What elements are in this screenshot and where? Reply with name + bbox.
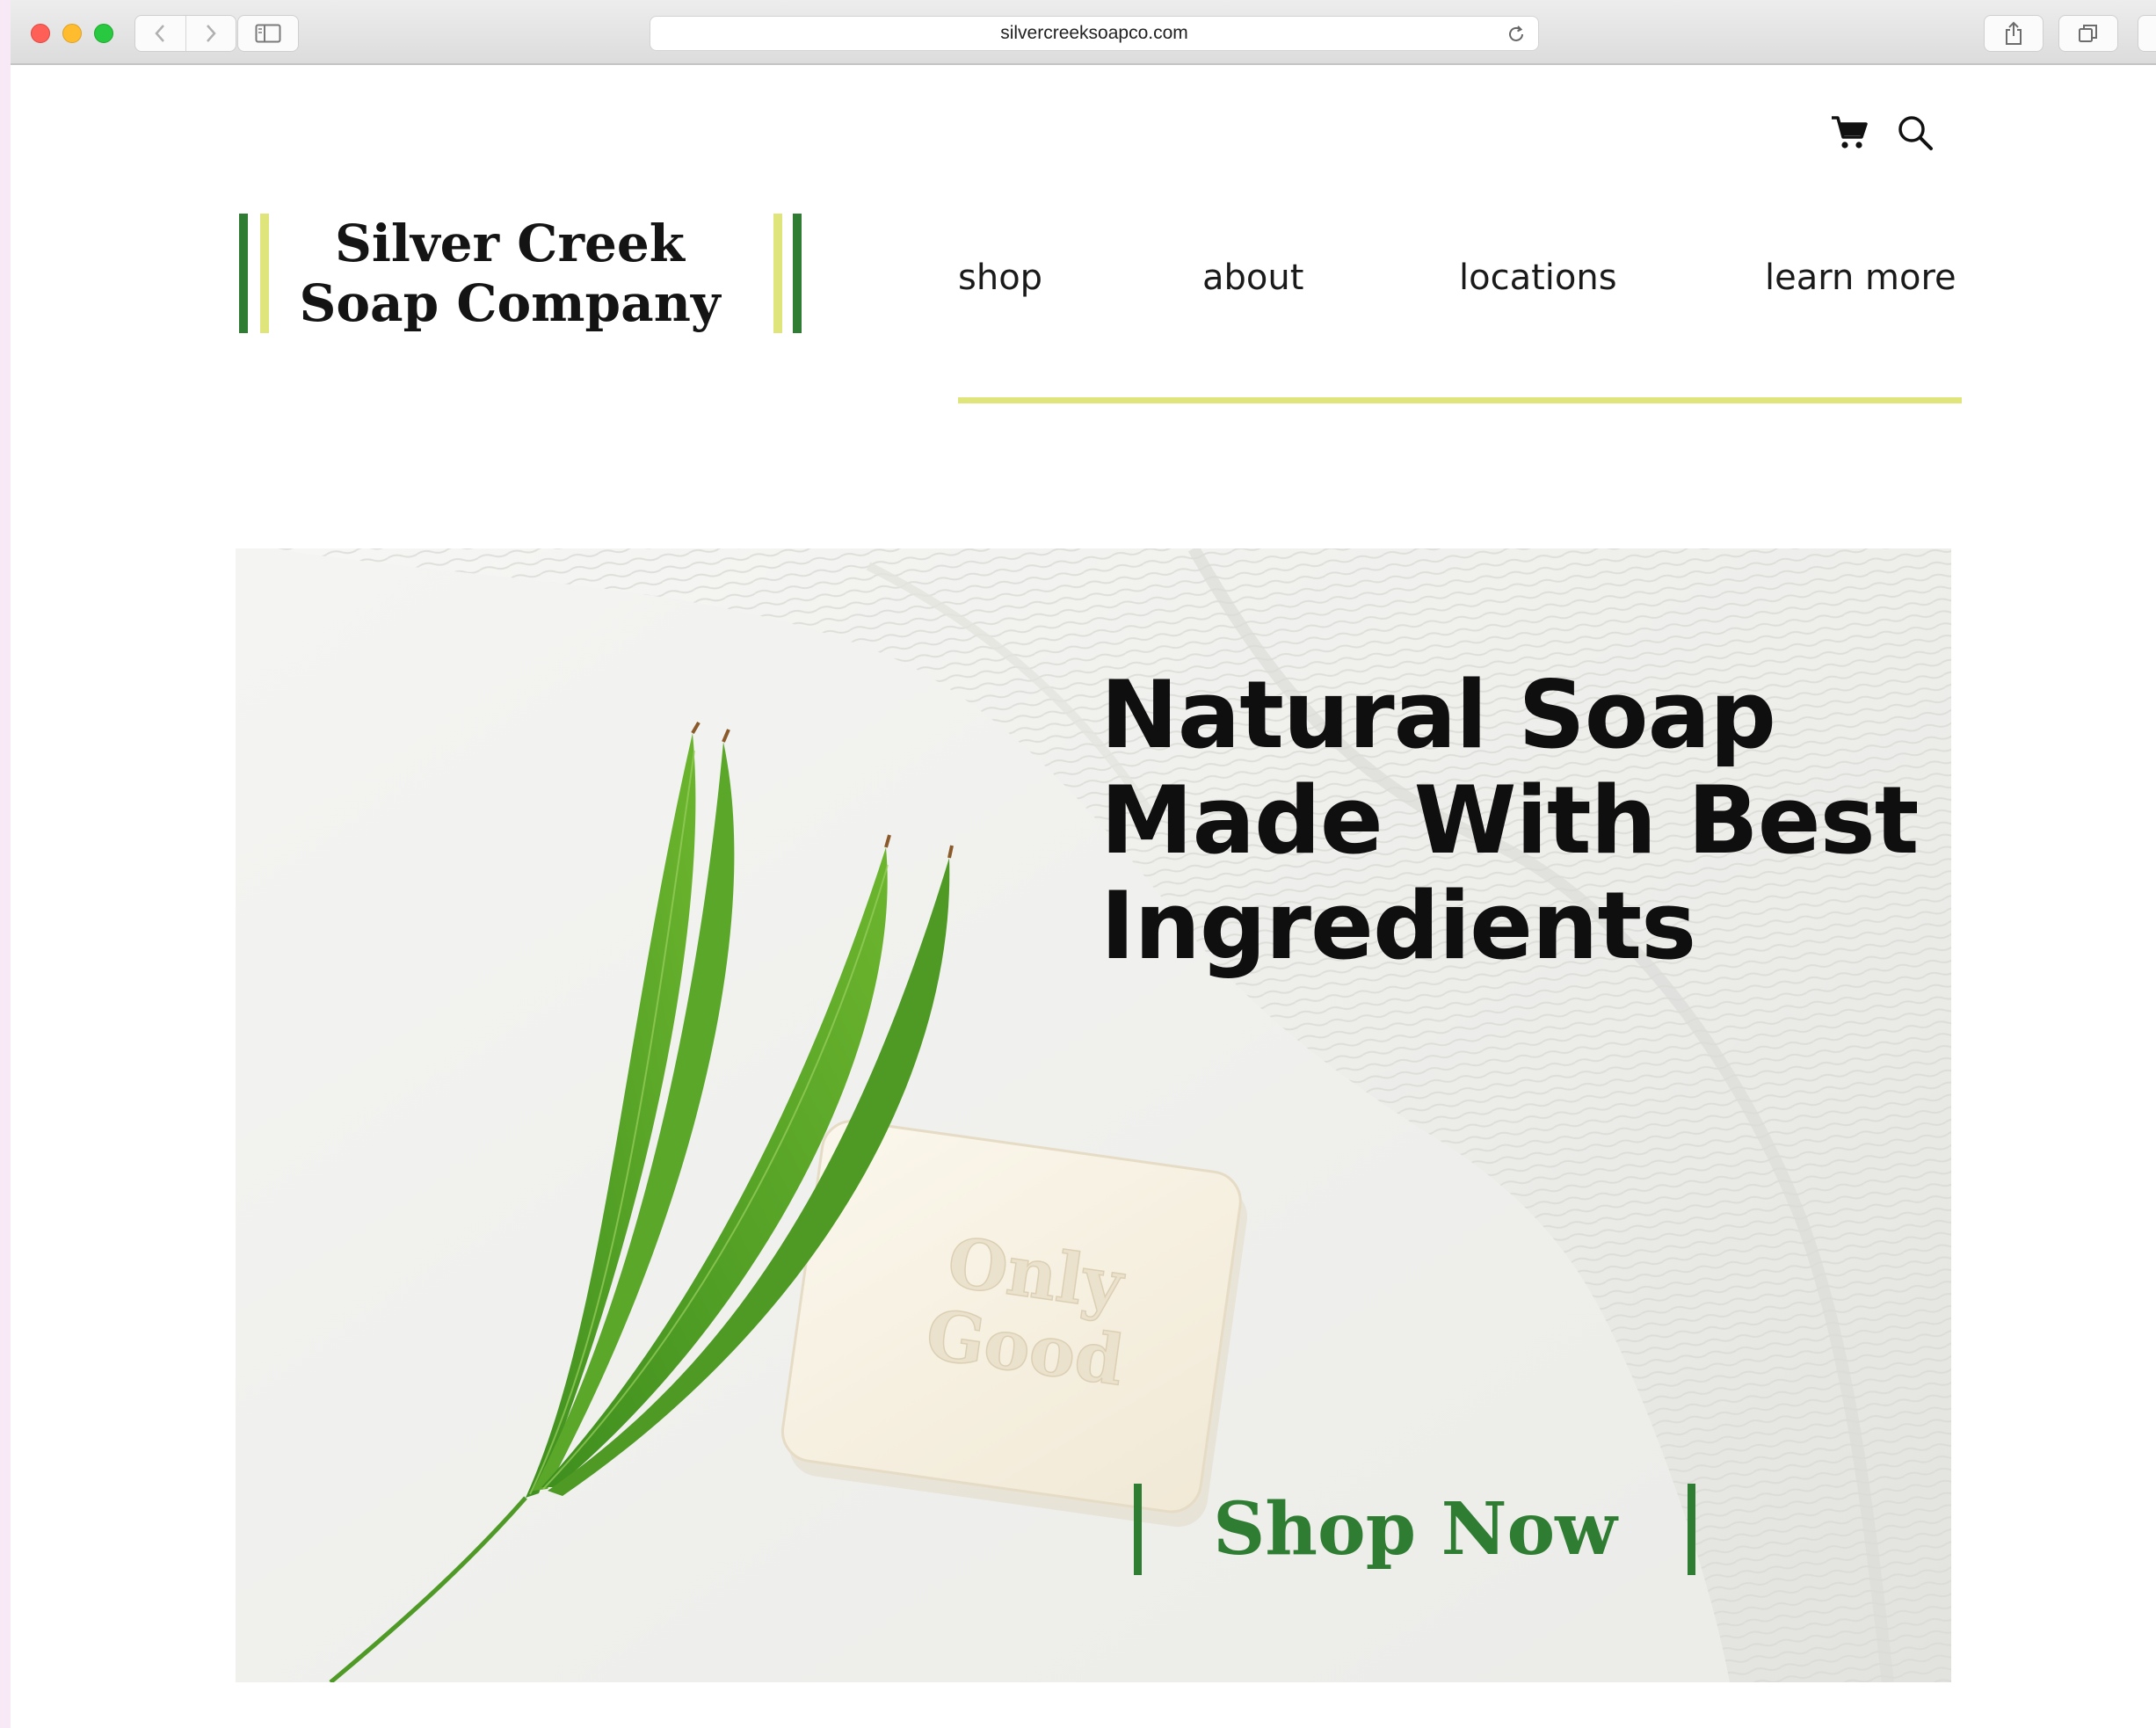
hero-title: Natural Soap Made With Best Ingredients bbox=[1100, 661, 1919, 980]
logo-line-2: Soap Company bbox=[299, 273, 721, 333]
cart-icon[interactable] bbox=[1830, 114, 1869, 151]
web-page: Silver Creek Soap Company shop about loc… bbox=[11, 67, 2156, 1728]
browser-toolbar: silvercreeksoapco.com bbox=[11, 0, 2156, 65]
logo-line-1: Silver Creek bbox=[334, 214, 685, 273]
logo-bar-left-light bbox=[260, 214, 269, 333]
nav-locations[interactable]: locations bbox=[1459, 253, 1617, 302]
back-button[interactable] bbox=[135, 16, 185, 51]
close-window-button[interactable] bbox=[31, 24, 50, 43]
nav-learn-more[interactable]: learn more bbox=[1765, 253, 1956, 302]
back-icon bbox=[155, 25, 165, 42]
share-icon bbox=[2006, 21, 2022, 45]
logo-bar-right-dark bbox=[793, 214, 802, 333]
address-bar[interactable]: silvercreeksoapco.com bbox=[650, 16, 1539, 51]
logo-bar-right-light bbox=[773, 214, 782, 333]
utility-icons bbox=[1830, 114, 1934, 151]
hero-banner: Only Good Natural Soap Made With Best In… bbox=[236, 548, 1951, 1682]
hero-title-line-2: Made With Best bbox=[1100, 766, 1919, 875]
nav-shop[interactable]: shop bbox=[958, 253, 1042, 302]
share-button[interactable] bbox=[1984, 15, 2043, 52]
sidebar-toggle-button[interactable] bbox=[237, 15, 299, 52]
browser-window: silvercreeksoapco.com Silver Creek Soap … bbox=[11, 0, 2156, 1728]
sidebar-icon bbox=[255, 24, 281, 43]
nav-underline bbox=[958, 397, 1962, 403]
forward-icon bbox=[207, 25, 216, 42]
nav-about[interactable]: about bbox=[1202, 253, 1303, 302]
new-tab-button[interactable] bbox=[2138, 15, 2156, 52]
shop-now-bar-left bbox=[1134, 1484, 1142, 1575]
hero-title-line-3: Ingredients bbox=[1100, 872, 1696, 980]
reload-icon[interactable] bbox=[1506, 25, 1526, 44]
hero-title-line-1: Natural Soap bbox=[1100, 661, 1776, 769]
minimize-window-button[interactable] bbox=[62, 24, 82, 43]
show-tabs-button[interactable] bbox=[2058, 15, 2118, 52]
search-icon[interactable] bbox=[1897, 114, 1934, 151]
logo-bar-left-dark bbox=[239, 214, 248, 333]
main-nav: shop about locations learn more bbox=[958, 253, 1960, 306]
forward-button[interactable] bbox=[185, 16, 236, 51]
brand-logo[interactable]: Silver Creek Soap Company bbox=[229, 214, 802, 337]
shop-now-label: Shop Now bbox=[1213, 1487, 1617, 1572]
address-url: silvercreeksoapco.com bbox=[1000, 23, 1188, 43]
shop-now-bar-right bbox=[1688, 1484, 1695, 1575]
zoom-window-button[interactable] bbox=[94, 24, 113, 43]
tabs-icon bbox=[2079, 25, 2097, 42]
shop-now-button[interactable]: Shop Now bbox=[1134, 1480, 1705, 1579]
history-nav-buttons bbox=[134, 15, 236, 52]
